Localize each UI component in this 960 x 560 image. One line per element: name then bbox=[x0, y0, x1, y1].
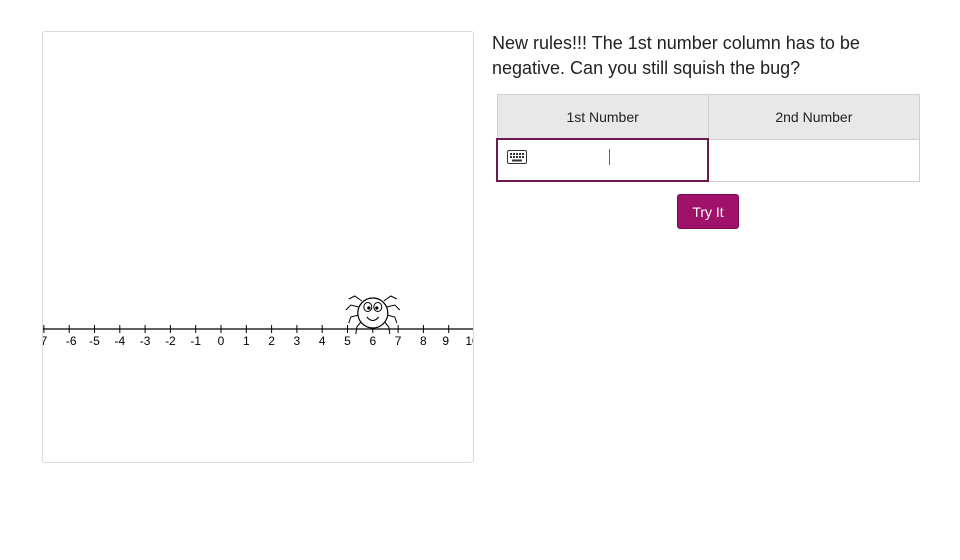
number-line-svg: -7 -6 -5 -4 -3 -2 -1 0 1 2 3 4 5 6 7 8 9 10 bbox=[43, 295, 473, 348]
spider-bug-icon[interactable] bbox=[345, 295, 401, 335]
first-number-input[interactable] bbox=[495, 138, 710, 182]
tick-label: -5 bbox=[89, 334, 100, 348]
tick-label: -6 bbox=[66, 334, 77, 348]
tick-label: 2 bbox=[268, 334, 275, 348]
tick-label: 4 bbox=[319, 334, 326, 348]
tick-label: -4 bbox=[114, 334, 125, 348]
second-number-input[interactable] bbox=[707, 138, 921, 182]
tick-label: -2 bbox=[165, 334, 176, 348]
tick-label: 5 bbox=[344, 334, 351, 348]
number-table: 1st Number 2nd Number bbox=[495, 94, 921, 182]
tick-label: 6 bbox=[369, 334, 376, 348]
tick-label: 10 bbox=[465, 334, 473, 348]
question-prompt: New rules!!! The 1st number column has t… bbox=[492, 33, 860, 78]
table-row bbox=[495, 138, 921, 182]
tick-label: 3 bbox=[294, 334, 301, 348]
tick-label: -1 bbox=[190, 334, 201, 348]
tick-label: 0 bbox=[218, 334, 225, 348]
column-header-2nd-number: 2nd Number bbox=[707, 94, 921, 140]
try-it-button[interactable]: Try It bbox=[677, 194, 739, 229]
tick-label: 8 bbox=[420, 334, 427, 348]
tick-label: 9 bbox=[442, 334, 449, 348]
tick-label: -3 bbox=[140, 334, 151, 348]
tick-label: 7 bbox=[395, 334, 402, 348]
tick-label: 1 bbox=[243, 334, 250, 348]
tick-label: -7 bbox=[43, 334, 48, 348]
number-line-graph: -7 -6 -5 -4 -3 -2 -1 0 1 2 3 4 5 6 7 8 9 10 bbox=[42, 31, 474, 463]
column-header-1st-number: 1st Number bbox=[496, 94, 709, 140]
